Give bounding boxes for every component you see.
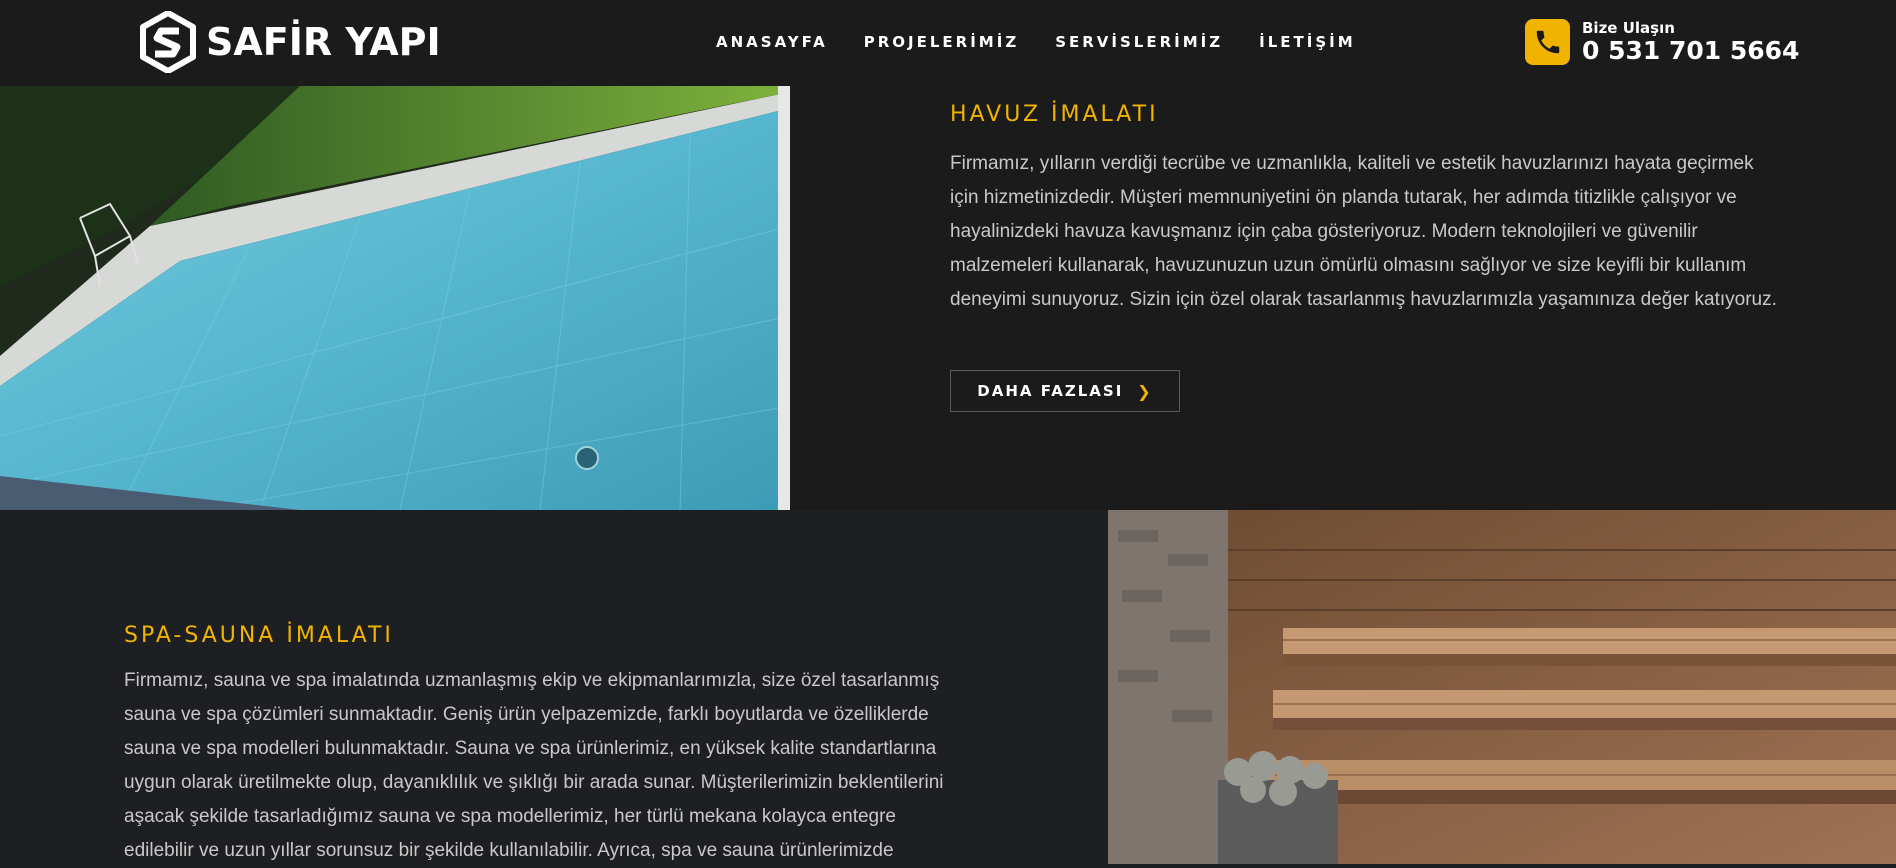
sauna-image <box>1108 510 1896 864</box>
sauna-content: SPA-SAUNA İMALATI Firmamız, sauna ve spa… <box>124 623 944 868</box>
nav-item-servislerimiz[interactable]: SERVİSLERİMİZ <box>1055 32 1223 52</box>
s-cube-logo-icon <box>140 11 196 73</box>
contact-box[interactable]: Bize Ulaşın 0 531 701 5664 <box>1525 19 1799 65</box>
brand-name: SAFİR YAPI <box>206 20 441 64</box>
pool-section: HAVUZ İMALATI Firmamız, yılların verdiği… <box>0 86 1896 510</box>
sauna-title: SPA-SAUNA İMALATI <box>124 623 394 648</box>
chevron-right-icon: ❯ <box>1137 381 1153 401</box>
nav-item-projelerimiz[interactable]: PROJELERİMİZ <box>864 32 1019 52</box>
sauna-description: Firmamız, sauna ve spa imalatında uzmanl… <box>124 670 944 861</box>
pool-image <box>0 86 790 510</box>
pool-title: HAVUZ İMALATI <box>950 102 1159 127</box>
contact-number[interactable]: 0 531 701 5664 <box>1582 37 1799 65</box>
logo[interactable]: SAFİR YAPI <box>139 11 441 73</box>
sauna-section: SPA-SAUNA İMALATI Firmamız, sauna ve spa… <box>0 510 1896 864</box>
contact-text: Bize Ulaşın 0 531 701 5664 <box>1582 19 1799 65</box>
nav-item-iletisim[interactable]: İLETİŞİM <box>1259 32 1356 52</box>
site-header: SAFİR YAPI ANASAYFA PROJELERİMİZ SERVİSL… <box>0 0 1896 86</box>
phone-icon <box>1525 19 1570 65</box>
main-nav: ANASAYFA PROJELERİMİZ SERVİSLERİMİZ İLET… <box>716 32 1392 52</box>
nav-item-anasayfa[interactable]: ANASAYFA <box>716 32 828 52</box>
pool-content: HAVUZ İMALATI Firmamız, yılların verdiği… <box>950 102 1780 412</box>
contact-label: Bize Ulaşın <box>1582 19 1675 37</box>
more-button[interactable]: DAHA FAZLASI ❯ <box>950 370 1180 412</box>
more-button-label: DAHA FAZLASI <box>977 382 1124 400</box>
pool-description: Firmamız, yılların verdiği tecrübe ve uz… <box>950 153 1777 310</box>
